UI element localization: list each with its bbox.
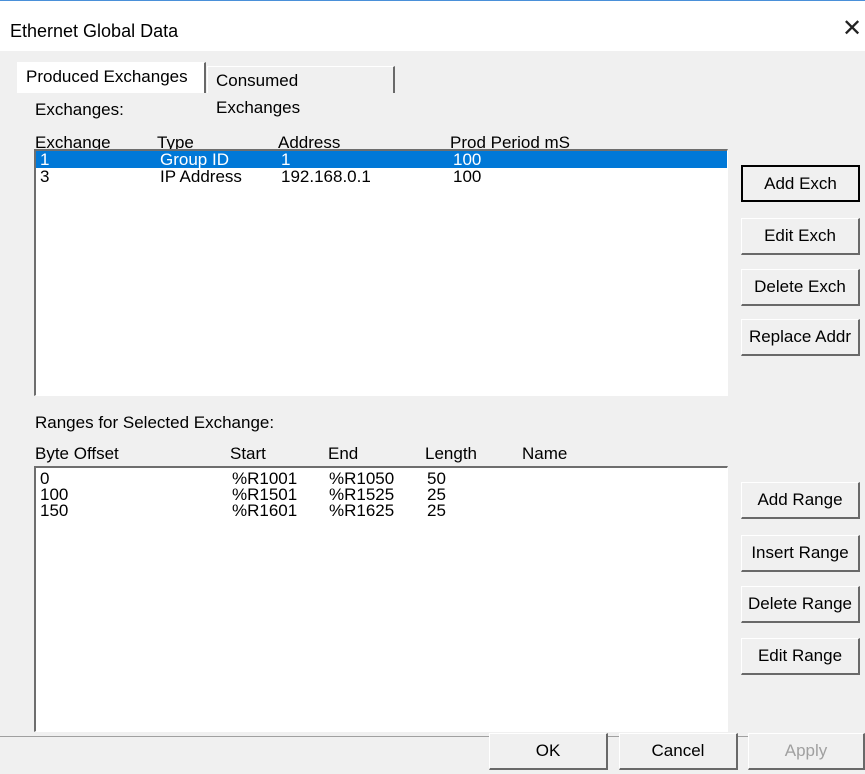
exchange-address: 1 <box>281 150 291 169</box>
title-bar: Ethernet Global Data ✕ <box>0 1 865 51</box>
delete-exch-button[interactable]: Delete Exch <box>741 269 860 306</box>
exchange-number: 3 <box>40 167 50 186</box>
exchange-number: 1 <box>40 150 50 169</box>
tab-consumed-exchanges[interactable]: Consumed Exchanges <box>207 66 395 117</box>
add-exch-button[interactable]: Add Exch <box>741 165 860 202</box>
col-header-start[interactable]: Start <box>230 444 266 464</box>
exchange-type: IP Address <box>160 167 242 186</box>
range-row[interactable]: 150 %R1601 %R1625 25 <box>36 502 727 519</box>
edit-exch-button[interactable]: Edit Exch <box>741 218 860 255</box>
range-length: 25 <box>427 501 446 520</box>
col-header-byte-offset[interactable]: Byte Offset <box>35 444 119 464</box>
exchange-address: 192.168.0.1 <box>281 167 371 186</box>
range-offset: 150 <box>40 501 69 520</box>
range-end: %R1625 <box>329 501 395 520</box>
apply-button[interactable]: Apply <box>748 733 865 770</box>
delete-range-button[interactable]: Delete Range <box>741 586 860 623</box>
cancel-button[interactable]: Cancel <box>619 733 738 770</box>
close-icon[interactable]: ✕ <box>840 15 864 43</box>
exchange-row-3[interactable]: 3 IP Address 192.168.0.1 100 <box>36 168 727 185</box>
exchange-period: 100 <box>453 150 482 169</box>
ranges-label: Ranges for Selected Exchange: <box>35 413 275 432</box>
col-header-end[interactable]: End <box>328 444 358 464</box>
replace-addr-button[interactable]: Replace Addr <box>741 319 860 356</box>
ok-button[interactable]: OK <box>489 733 608 770</box>
exchange-row-1[interactable]: 1 Group ID 1 100 <box>36 151 727 168</box>
tab-produced-exchanges[interactable]: Produced Exchanges <box>17 62 206 93</box>
exchanges-list[interactable]: 1 Group ID 1 100 3 IP Address 192.168.0.… <box>34 149 728 396</box>
insert-range-button[interactable]: Insert Range <box>741 535 860 572</box>
ranges-list[interactable]: 0 %R1001 %R1050 50 100 %R1501 %R1525 25 … <box>34 466 728 732</box>
edit-range-button[interactable]: Edit Range <box>741 638 860 675</box>
exchange-period: 100 <box>453 167 482 186</box>
range-start: %R1601 <box>232 501 298 520</box>
add-range-button[interactable]: Add Range <box>741 482 860 519</box>
window-title: Ethernet Global Data <box>10 21 179 41</box>
col-header-name[interactable]: Name <box>522 444 567 464</box>
exchanges-label: Exchanges: <box>35 100 124 119</box>
dialog-body: Consumed Exchanges Produced Exchanges Ex… <box>0 51 865 774</box>
col-header-length[interactable]: Length <box>425 444 477 464</box>
exchange-type: Group ID <box>160 150 229 169</box>
